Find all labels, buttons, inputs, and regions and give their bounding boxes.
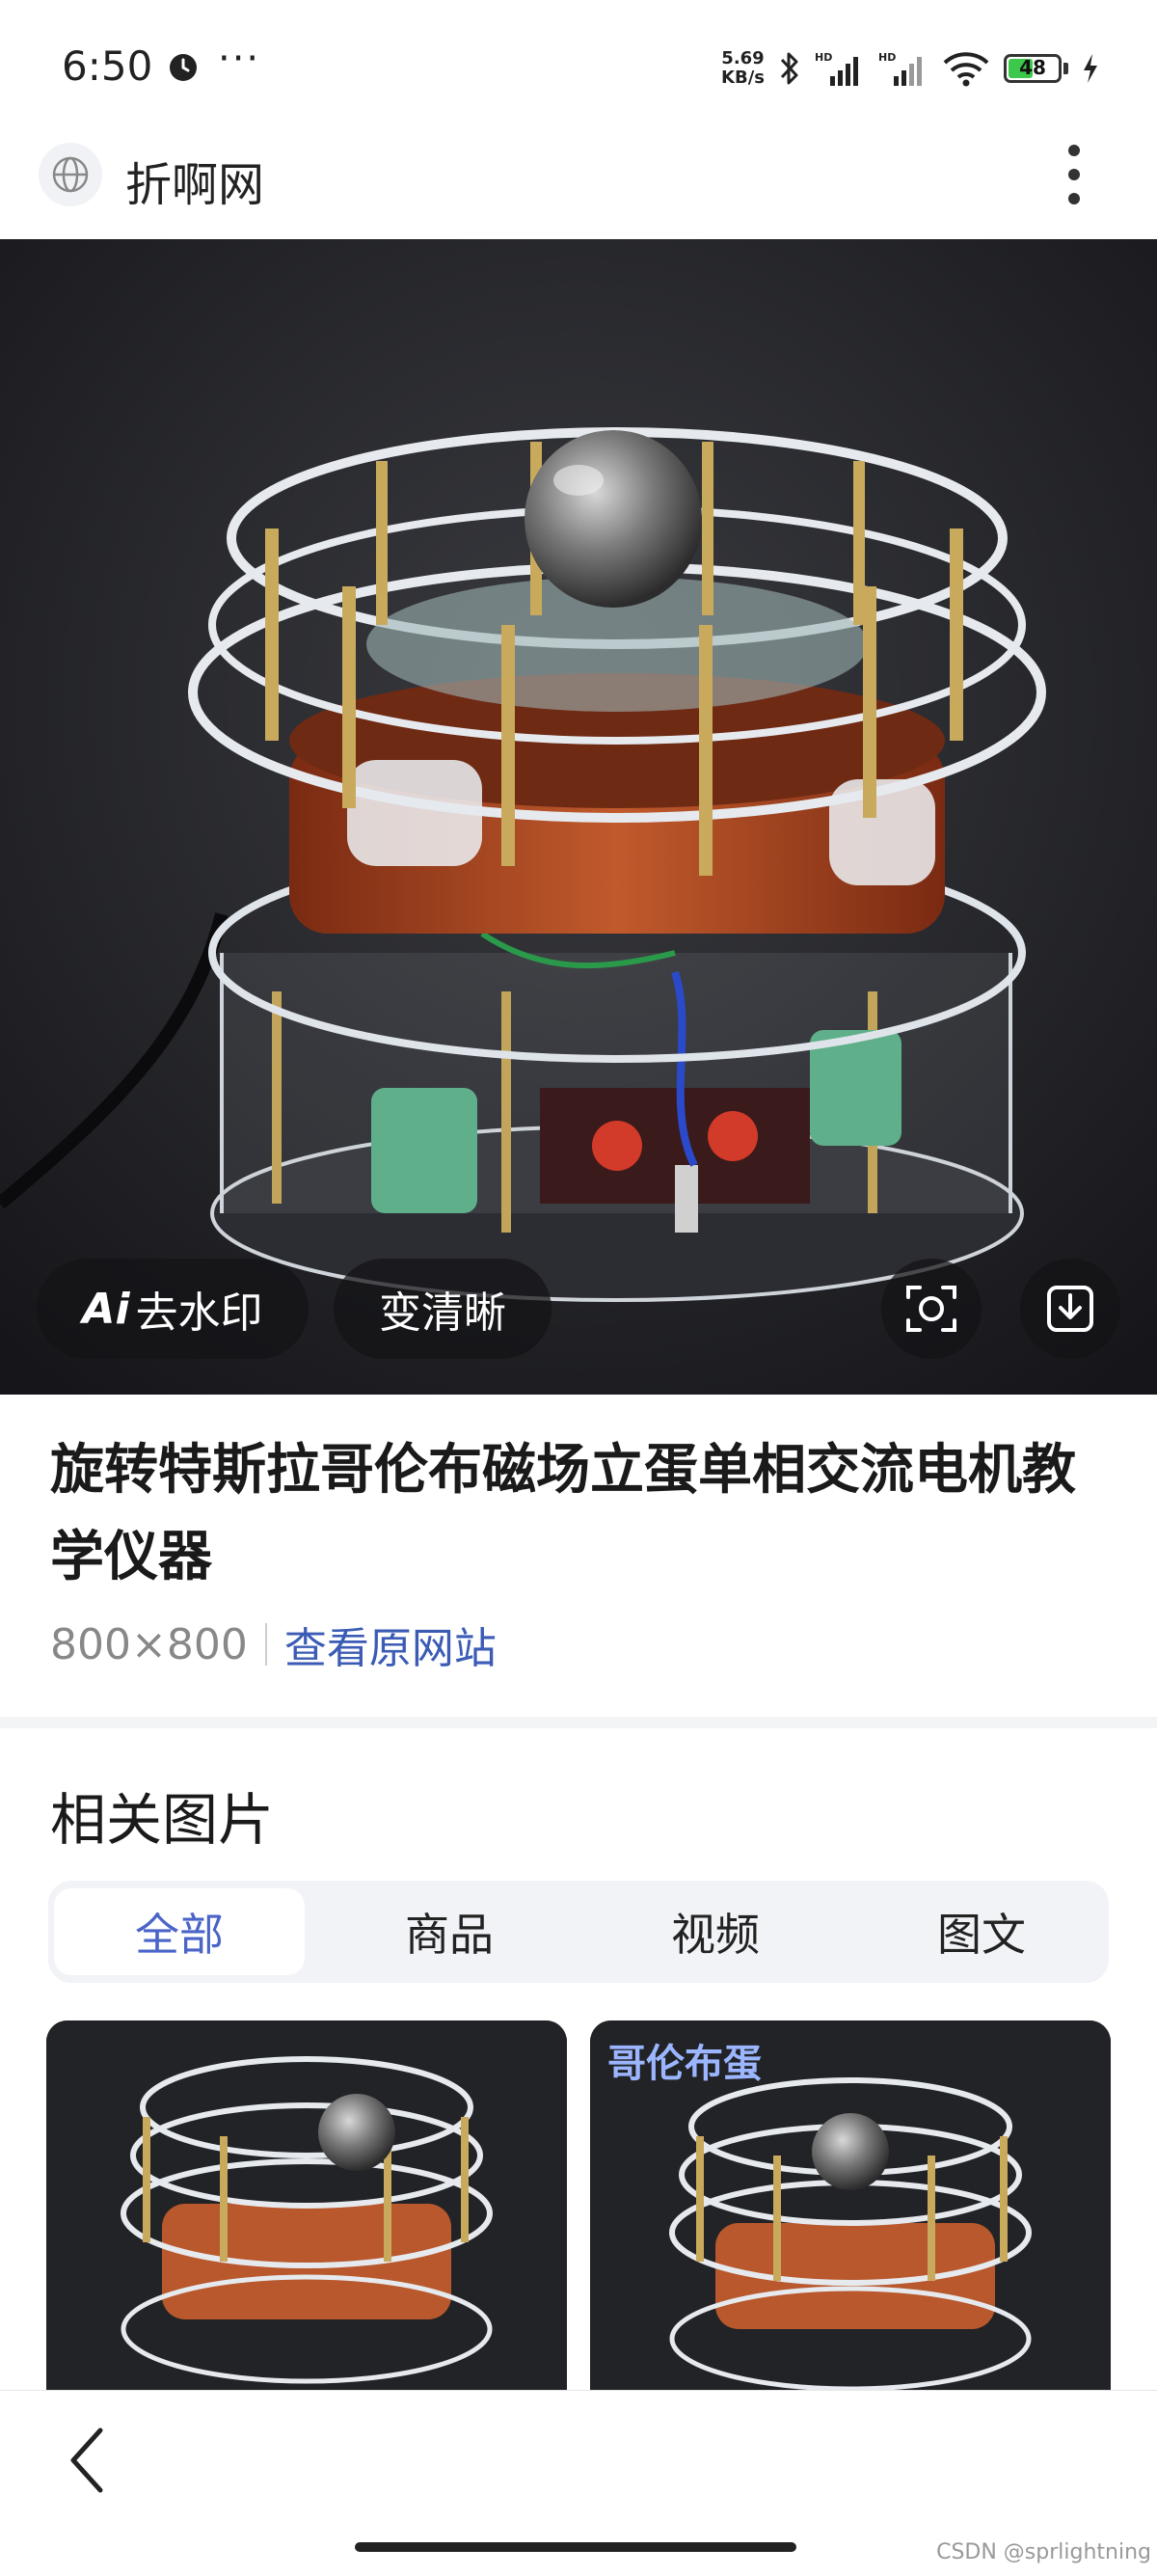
thumbnail-image [46,2020,567,2426]
battery-level: 48 [1019,56,1046,79]
image-dimensions: 800×800 [50,1619,248,1669]
tab-all[interactable]: 全部 [54,1888,305,1975]
enhance-button[interactable]: 变清晰 [334,1259,552,1359]
svg-text:HD: HD [878,51,896,64]
download-icon [1047,1286,1093,1332]
remove-watermark-label: 去水印 [135,1288,263,1338]
svg-text:HD: HD [815,51,832,64]
scan-button[interactable] [881,1259,982,1359]
thumbnail-label: 哥伦布蛋 [607,2042,762,2086]
status-time: 6:50 [62,42,153,90]
section-divider [0,1717,1157,1728]
globe-icon[interactable] [37,141,104,208]
tab-products[interactable]: 商品 [324,1888,575,1975]
status-more-icon: ··· [218,37,261,81]
back-icon[interactable] [64,2423,112,2498]
net-speed-unit: KB/s [721,68,765,88]
hero-motor-illustration [0,239,1157,1395]
home-indicator[interactable] [355,2542,796,2552]
enhance-label: 变清晰 [379,1288,506,1338]
remove-watermark-button[interactable]: Ai 去水印 [37,1259,309,1359]
related-thumbnail[interactable] [46,2020,567,2426]
battery-cap [1063,63,1068,74]
wifi-icon [943,52,989,87]
related-thumbnail[interactable]: 哥伦布蛋 [590,2020,1111,2426]
view-source-link[interactable]: 查看原网站 [284,1613,497,1675]
battery-icon: 48 [1004,54,1062,83]
hd-signal-icon: HD [815,51,858,86]
net-speed-value: 5.69 [721,48,765,68]
site-name[interactable]: 折啊网 [125,147,264,214]
scan-icon [906,1286,956,1332]
download-button[interactable] [1020,1259,1120,1359]
bluetooth-icon [780,52,798,85]
status-bar: 6:50 ··· 5.69 KB/s HD HD 48 [0,0,1157,135]
tab-articles[interactable]: 图文 [856,1888,1107,1975]
net-speed: 5.69 KB/s [721,49,765,88]
corner-watermark: CSDN @sprlightning [936,2540,1151,2564]
related-images-title: 相关图片 [50,1787,275,1853]
related-tabs: 全部 商品 视频 图文 [48,1881,1109,1983]
image-title: 旋转特斯拉哥伦布磁场立蛋单相交流电机教学仪器 [50,1439,1076,1588]
tab-videos[interactable]: 视频 [590,1888,841,1975]
ai-badge: Ai [82,1284,130,1334]
image-meta-row: 800×800 查看原网站 [50,1611,497,1678]
charging-icon [1084,54,1097,83]
hd-signal-icon: HD [878,51,922,86]
more-vertical-icon[interactable] [1055,141,1093,208]
hero-image[interactable] [0,239,1157,1395]
clock-icon [170,54,197,81]
meta-separator [264,1623,267,1666]
